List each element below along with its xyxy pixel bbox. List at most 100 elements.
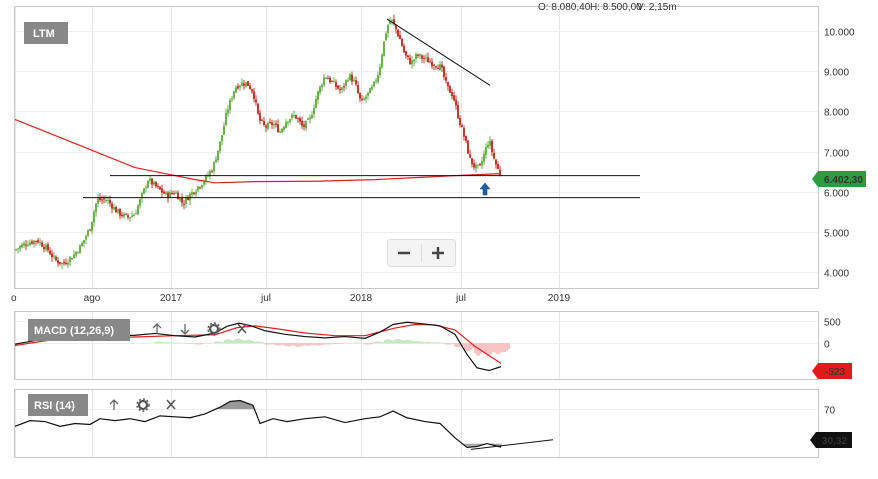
candle-body bbox=[129, 217, 131, 219]
candle-body bbox=[327, 78, 329, 80]
candle-body bbox=[361, 98, 363, 100]
candle-body bbox=[401, 38, 403, 47]
candle-body bbox=[301, 120, 303, 126]
candle-body bbox=[375, 80, 377, 82]
candle-body bbox=[65, 262, 67, 264]
candle-body bbox=[29, 242, 31, 246]
candle-body bbox=[335, 82, 337, 87]
x-tick-label: 2017 bbox=[160, 293, 183, 304]
candle-body bbox=[345, 80, 347, 86]
y-tick-label: 9.000 bbox=[824, 68, 849, 79]
candle-body bbox=[377, 75, 379, 82]
candle-body bbox=[427, 57, 429, 63]
candle-body bbox=[443, 66, 445, 78]
candle-body bbox=[61, 262, 63, 265]
candle-body bbox=[439, 64, 441, 70]
candle-body bbox=[347, 80, 349, 82]
candle-body bbox=[109, 200, 111, 204]
candle-body bbox=[185, 197, 187, 204]
candle-body bbox=[95, 203, 97, 213]
candle-body bbox=[341, 87, 343, 90]
y-tick-label: 70 bbox=[824, 406, 836, 417]
candle-body bbox=[87, 230, 89, 236]
candle-body bbox=[97, 198, 99, 204]
candle-body bbox=[47, 244, 49, 251]
candle-body bbox=[279, 131, 281, 133]
candle-body bbox=[205, 175, 207, 182]
candle-body bbox=[43, 246, 45, 250]
candle-body bbox=[131, 215, 133, 218]
candle-body bbox=[177, 192, 179, 200]
candle-body bbox=[77, 252, 79, 254]
x-tick-label: jul bbox=[260, 293, 271, 304]
candle-body bbox=[229, 99, 231, 110]
candle-body bbox=[447, 81, 449, 87]
svg-text:-523: -523 bbox=[825, 367, 845, 378]
candle-body bbox=[117, 209, 119, 213]
candle-body bbox=[149, 178, 151, 181]
rsi-last-badge: 30,32 bbox=[810, 432, 852, 448]
y-tick-label: 10.000 bbox=[824, 28, 855, 39]
candle-body bbox=[471, 158, 473, 165]
candle-body bbox=[237, 86, 239, 89]
candle-body bbox=[465, 135, 467, 141]
candle-body bbox=[437, 67, 439, 69]
candle-body bbox=[213, 162, 215, 172]
candle-body bbox=[241, 82, 243, 86]
candle-body bbox=[265, 125, 267, 128]
candle-body bbox=[477, 164, 479, 166]
candle-body bbox=[295, 115, 297, 119]
candle-body bbox=[53, 255, 55, 257]
x-tick-label: jul bbox=[455, 293, 466, 304]
candle-body bbox=[21, 244, 23, 248]
candle-body bbox=[113, 207, 115, 210]
candle-body bbox=[355, 80, 357, 85]
candle-body bbox=[445, 77, 447, 81]
candle-body bbox=[469, 154, 471, 158]
candle-body bbox=[487, 144, 489, 148]
candle-body bbox=[405, 51, 407, 56]
candle-body bbox=[37, 240, 39, 243]
candle-body bbox=[171, 192, 173, 194]
candle-body bbox=[89, 229, 91, 231]
candle-body bbox=[253, 91, 255, 100]
zoom-out-button[interactable] bbox=[388, 240, 421, 266]
y-tick-label: 4.000 bbox=[824, 269, 849, 280]
candle-body bbox=[467, 140, 469, 154]
candle-body bbox=[451, 92, 453, 97]
candle-body bbox=[269, 121, 271, 123]
candle-body bbox=[27, 245, 29, 247]
candle-body bbox=[431, 61, 433, 66]
candle-body bbox=[337, 85, 339, 89]
candle-body bbox=[155, 181, 157, 187]
candle-body bbox=[123, 213, 125, 217]
candle-body bbox=[143, 188, 145, 194]
candle-body bbox=[163, 191, 165, 194]
candle-body bbox=[261, 119, 263, 121]
candle-body bbox=[217, 150, 219, 161]
candle-body bbox=[115, 207, 117, 213]
candle-body bbox=[101, 199, 103, 201]
candle-body bbox=[369, 88, 371, 94]
candle-body bbox=[297, 118, 299, 120]
candle-body bbox=[351, 74, 353, 82]
candle-body bbox=[473, 163, 475, 168]
candle-body bbox=[397, 29, 399, 37]
candle-body bbox=[281, 128, 283, 133]
candle-body bbox=[291, 114, 293, 118]
candle-body bbox=[189, 193, 191, 201]
zoom-in-button[interactable] bbox=[422, 240, 455, 266]
candle-body bbox=[413, 59, 415, 62]
last-price-badge: 6.402,30 bbox=[812, 171, 866, 187]
candle-body bbox=[475, 164, 477, 169]
candle-body bbox=[343, 86, 345, 88]
candle-body bbox=[329, 77, 331, 83]
candle-body bbox=[227, 109, 229, 114]
candle-body bbox=[257, 103, 259, 114]
ohlc-high: H: 8.500,00 bbox=[590, 2, 642, 13]
candle-body bbox=[33, 240, 35, 245]
candle-body bbox=[323, 77, 325, 86]
candle-body bbox=[59, 262, 61, 264]
macd-title: MACD (12,26,9) bbox=[34, 325, 114, 337]
candle-body bbox=[31, 241, 33, 244]
